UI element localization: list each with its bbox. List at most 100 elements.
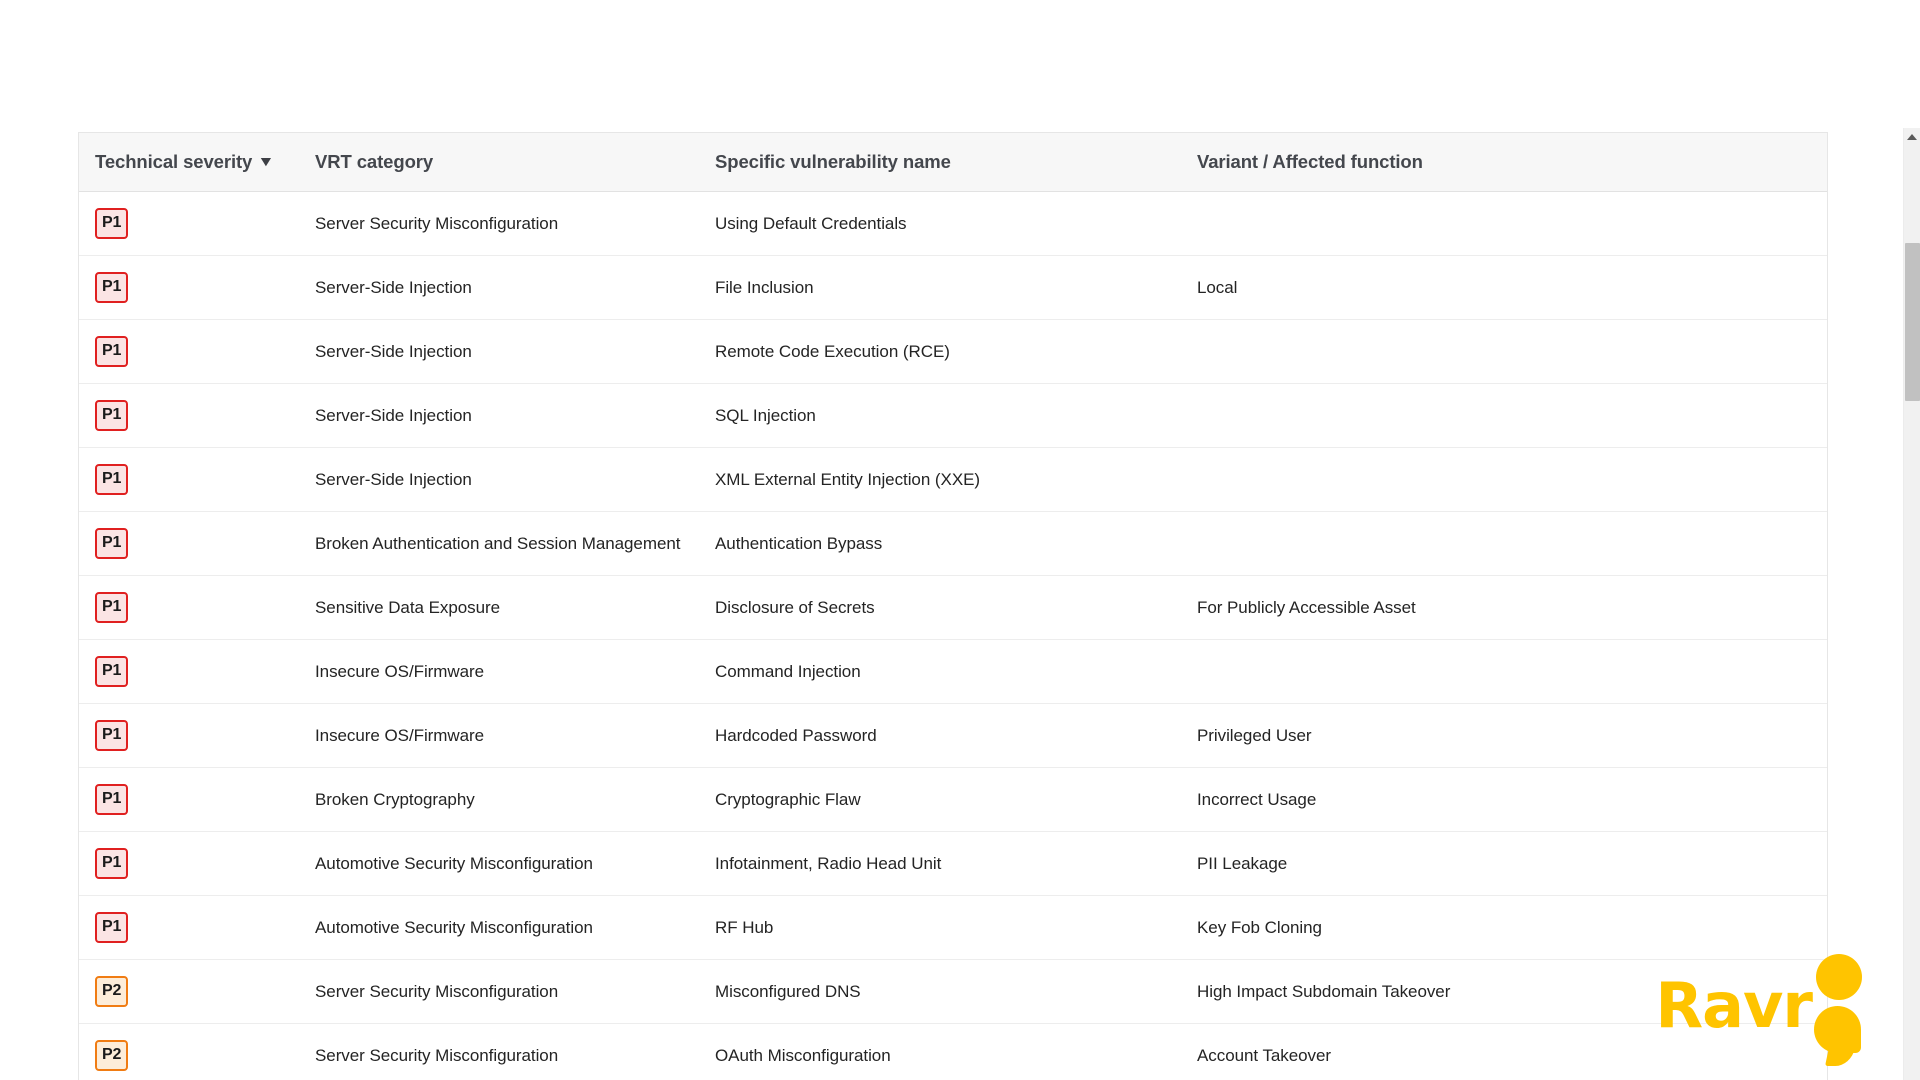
cell-variant-affected-function [1181, 319, 1827, 384]
cell-technical-severity: P1 [79, 255, 299, 320]
severity-badge: P1 [95, 464, 129, 495]
cell-technical-severity: P1 [79, 511, 299, 576]
cell-technical-severity: P1 [79, 703, 299, 768]
severity-badge: P1 [95, 528, 129, 559]
table-row[interactable]: P2 Server Security Misconfiguration OAuth … [79, 1023, 1827, 1080]
cell-specific-vulnerability-name: Misconfigured DNS [699, 959, 1181, 1024]
cell-vrt-category: Automotive Security Misconfiguration [299, 831, 699, 896]
cell-technical-severity: P2 [79, 959, 299, 1024]
page-root: Technical severity ▼ VRT category Specifi… [0, 0, 1920, 1080]
severity-badge: P1 [95, 848, 129, 879]
cell-specific-vulnerability-name: SQL Injection [699, 383, 1181, 448]
column-header-variant-affected-function[interactable]: Variant / Affected function [1181, 133, 1827, 192]
cell-technical-severity: P1 [79, 639, 299, 704]
cell-vrt-category: Automotive Security Misconfiguration [299, 895, 699, 960]
cell-variant-affected-function: Key Fob Cloning [1181, 895, 1827, 960]
cell-specific-vulnerability-name: OAuth Misconfiguration [699, 1023, 1181, 1080]
cell-variant-affected-function [1181, 191, 1827, 256]
cell-technical-severity: P1 [79, 191, 299, 256]
table-row[interactable]: P1 Server-Side Injection Remote Code Execu… [79, 319, 1827, 384]
cell-technical-severity: P1 [79, 575, 299, 640]
cell-variant-affected-function: Incorrect Usage [1181, 767, 1827, 832]
cell-variant-affected-function [1181, 511, 1827, 576]
column-header-label: Technical severity [95, 151, 253, 172]
cell-specific-vulnerability-name: Infotainment, Radio Head Unit [699, 831, 1181, 896]
cell-vrt-category: Server Security Misconfiguration [299, 1023, 699, 1080]
cell-variant-affected-function [1181, 639, 1827, 704]
vulnerability-table: Technical severity ▼ VRT category Specifi… [79, 133, 1827, 1080]
cell-vrt-category: Server-Side Injection [299, 447, 699, 512]
scroll-up-triangle [1907, 133, 1917, 140]
table-row[interactable]: P1 Server-Side Injection SQL Injection [79, 383, 1827, 448]
cell-specific-vulnerability-name: Disclosure of Secrets [699, 575, 1181, 640]
cell-variant-affected-function [1181, 447, 1827, 512]
cell-vrt-category: Broken Authentication and Session Manage… [299, 511, 699, 576]
table-row[interactable]: P1 Insecure OS/Firmware Command Injection [79, 639, 1827, 704]
scroll-up-arrow-icon[interactable] [1904, 128, 1920, 145]
severity-badge: P1 [95, 272, 129, 303]
cell-variant-affected-function: PII Leakage [1181, 831, 1827, 896]
cell-specific-vulnerability-name: File Inclusion [699, 255, 1181, 320]
cell-technical-severity: P2 [79, 1023, 299, 1080]
cell-vrt-category: Server Security Misconfiguration [299, 191, 699, 256]
table-row[interactable]: P1 Insecure OS/Firmware Hardcoded Password… [79, 703, 1827, 768]
table-body: P1 Server Security Misconfiguration Using … [79, 191, 1827, 1080]
severity-badge: P1 [95, 208, 129, 239]
cell-variant-affected-function: Local [1181, 255, 1827, 320]
cell-technical-severity: P1 [79, 319, 299, 384]
cell-vrt-category: Insecure OS/Firmware [299, 703, 699, 768]
severity-badge: P1 [95, 400, 129, 431]
table-row[interactable]: P1 Server-Side Injection File Inclusion Loc… [79, 255, 1827, 320]
column-header-label: Specific vulnerability name [715, 151, 951, 172]
cell-technical-severity: P1 [79, 831, 299, 896]
column-header-label: Variant / Affected function [1197, 151, 1423, 172]
table-header-row: Technical severity ▼ VRT category Specifi… [79, 133, 1827, 192]
cell-vrt-category: Insecure OS/Firmware [299, 639, 699, 704]
cell-variant-affected-function [1181, 383, 1827, 448]
cell-vrt-category: Server-Side Injection [299, 255, 699, 320]
cell-specific-vulnerability-name: XML External Entity Injection (XXE) [699, 447, 1181, 512]
column-header-vrt-category[interactable]: VRT category [299, 133, 699, 192]
severity-badge: P1 [95, 912, 129, 943]
severity-badge: P1 [95, 336, 129, 367]
severity-badge: P1 [95, 592, 129, 623]
cell-vrt-category: Sensitive Data Exposure [299, 575, 699, 640]
table-header: Technical severity ▼ VRT category Specifi… [79, 133, 1827, 192]
cell-technical-severity: P1 [79, 447, 299, 512]
cell-specific-vulnerability-name: Authentication Bypass [699, 511, 1181, 576]
table-row[interactable]: P1 Server-Side Injection XML External Enti… [79, 447, 1827, 512]
table-row[interactable]: P1 Broken Cryptography Cryptographic Flaw I… [79, 767, 1827, 832]
cell-vrt-category: Server-Side Injection [299, 319, 699, 384]
cell-technical-severity: P1 [79, 383, 299, 448]
severity-badge: P1 [95, 656, 129, 687]
severity-badge: P2 [95, 976, 129, 1007]
cell-vrt-category: Server-Side Injection [299, 383, 699, 448]
vulnerability-table-card: Technical severity ▼ VRT category Specifi… [78, 132, 1828, 1080]
cell-variant-affected-function: For Publicly Accessible Asset [1181, 575, 1827, 640]
cell-vrt-category: Server Security Misconfiguration [299, 959, 699, 1024]
page-scrollbar[interactable] [1903, 128, 1920, 1080]
column-header-specific-vulnerability-name[interactable]: Specific vulnerability name [699, 133, 1181, 192]
table-row[interactable]: P1 Sensitive Data Exposure Disclosure of S… [79, 575, 1827, 640]
table-row[interactable]: P1 Automotive Security Misconfiguration RF… [79, 895, 1827, 960]
cell-technical-severity: P1 [79, 767, 299, 832]
severity-badge: P1 [95, 784, 129, 815]
table-row[interactable]: P1 Server Security Misconfiguration Using … [79, 191, 1827, 256]
cell-variant-affected-function: Account Takeover [1181, 1023, 1827, 1080]
column-header-label: VRT category [315, 151, 434, 172]
cell-variant-affected-function: Privileged User [1181, 703, 1827, 768]
cell-specific-vulnerability-name: Remote Code Execution (RCE) [699, 319, 1181, 384]
cell-technical-severity: P1 [79, 895, 299, 960]
scrollbar-thumb[interactable] [1905, 243, 1920, 401]
cell-specific-vulnerability-name: Cryptographic Flaw [699, 767, 1181, 832]
severity-badge: P2 [95, 1040, 129, 1071]
cell-specific-vulnerability-name: Using Default Credentials [699, 191, 1181, 256]
cell-specific-vulnerability-name: Hardcoded Password [699, 703, 1181, 768]
sort-descending-icon[interactable]: ▼ [258, 153, 275, 169]
table-row[interactable]: P1 Automotive Security Misconfiguration In… [79, 831, 1827, 896]
table-row[interactable]: P1 Broken Authentication and Session Mana… [79, 511, 1827, 576]
column-header-technical-severity[interactable]: Technical severity ▼ [79, 133, 299, 192]
cell-specific-vulnerability-name: RF Hub [699, 895, 1181, 960]
cell-vrt-category: Broken Cryptography [299, 767, 699, 832]
table-row[interactable]: P2 Server Security Misconfiguration Miscon… [79, 959, 1827, 1024]
